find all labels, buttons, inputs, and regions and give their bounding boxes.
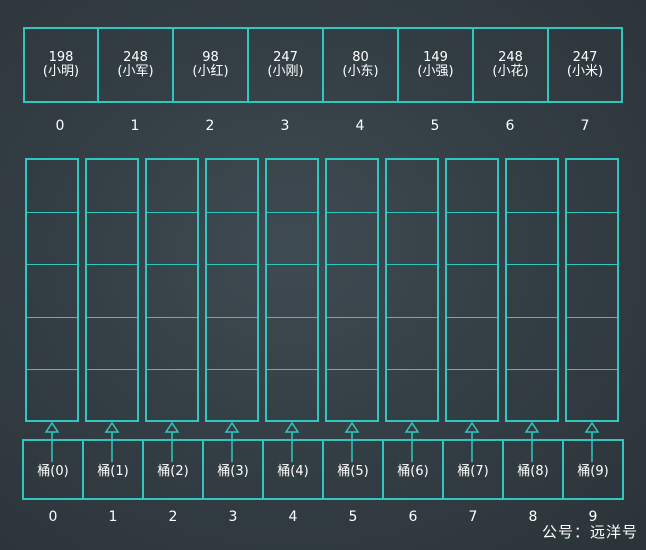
- bucket-index: 1: [108, 509, 118, 525]
- arrow-icon: [404, 421, 420, 462]
- bucket-index: 7: [468, 509, 478, 525]
- bucket-index: 6: [408, 509, 418, 525]
- bucket-arrows: [44, 421, 600, 462]
- bucket-index: 0: [48, 509, 58, 525]
- watermark-text: 公号：远洋号: [541, 523, 638, 541]
- arrow-icon: [104, 421, 120, 462]
- arrow-icon: [344, 421, 360, 462]
- arrow-icon: [464, 421, 480, 462]
- bucket-index: 5: [348, 509, 358, 525]
- arrow-icon: [164, 421, 180, 462]
- bucket-index: 3: [228, 509, 238, 525]
- arrow-icon: [224, 421, 240, 462]
- bucket-index: 4: [288, 509, 298, 525]
- bucket-index: 2: [168, 509, 178, 525]
- arrow-icon: [284, 421, 300, 462]
- arrow-icon: [44, 421, 60, 462]
- arrow-icon: [584, 421, 600, 462]
- arrow-icon: [524, 421, 540, 462]
